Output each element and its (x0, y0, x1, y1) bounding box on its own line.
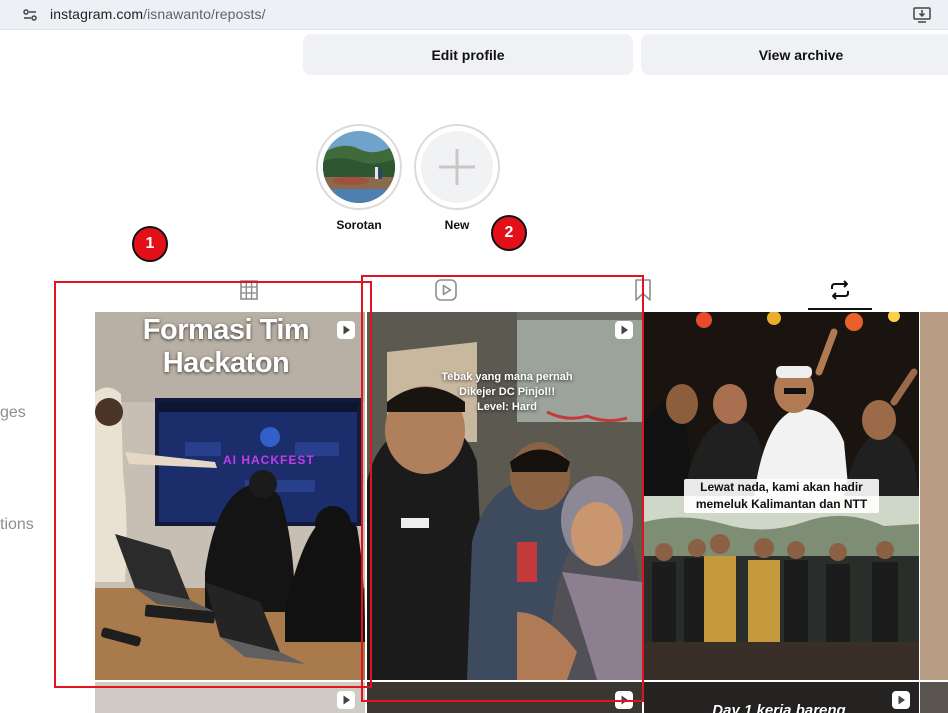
annotation-badge-2: 2 (491, 215, 527, 251)
edit-profile-button[interactable]: Edit profile (303, 34, 633, 75)
highlight-ring (316, 124, 402, 210)
reel-indicator-icon (337, 691, 355, 709)
url-text[interactable]: instagram.com/isnawanto/reposts/ (50, 6, 266, 22)
sidebar-item-messages-partial[interactable]: ges (0, 404, 26, 422)
browser-url-bar[interactable]: instagram.com/isnawanto/reposts/ (0, 0, 948, 30)
annotation-box-1 (54, 281, 372, 688)
url-host: instagram.com (50, 6, 144, 22)
post-tile-partial-2[interactable] (920, 682, 948, 713)
new-highlight-circle (421, 131, 493, 203)
install-app-icon[interactable] (912, 5, 932, 25)
post-tile-3[interactable]: Lewat nada, kami akan hadir memeluk Kali… (644, 312, 919, 680)
highlight-label: Sorotan (336, 218, 382, 232)
active-tab-indicator (808, 308, 872, 310)
highlight-ring (414, 124, 500, 210)
highlight-new[interactable]: New (414, 124, 500, 232)
annotation-badge-1: 1 (132, 226, 168, 262)
url-path: /isnawanto/reposts/ (143, 6, 266, 22)
tab-reposts-icon[interactable] (826, 276, 854, 304)
post-caption: Lewat nada, kami akan hadir memeluk Kali… (684, 479, 879, 513)
highlight-thumbnail (323, 131, 395, 203)
reel-indicator-icon (892, 691, 910, 709)
post-tile-6[interactable]: Day 1 kerja bareng (644, 682, 919, 713)
annotation-box-2 (361, 275, 644, 702)
post-tile-partial[interactable] (920, 312, 948, 680)
site-settings-icon[interactable] (22, 7, 38, 23)
post-caption: Day 1 kerja bareng (712, 702, 846, 713)
view-archive-button[interactable]: View archive (641, 34, 948, 75)
sidebar-item-notifications-partial[interactable]: tions (0, 516, 34, 534)
page: instagram.com/isnawanto/reposts/ Edit pr… (0, 0, 948, 713)
highlight-label: New (444, 218, 470, 232)
highlight-landscape-image (323, 131, 395, 203)
highlight-sorotan[interactable]: Sorotan (316, 124, 402, 232)
plus-icon (439, 149, 475, 185)
